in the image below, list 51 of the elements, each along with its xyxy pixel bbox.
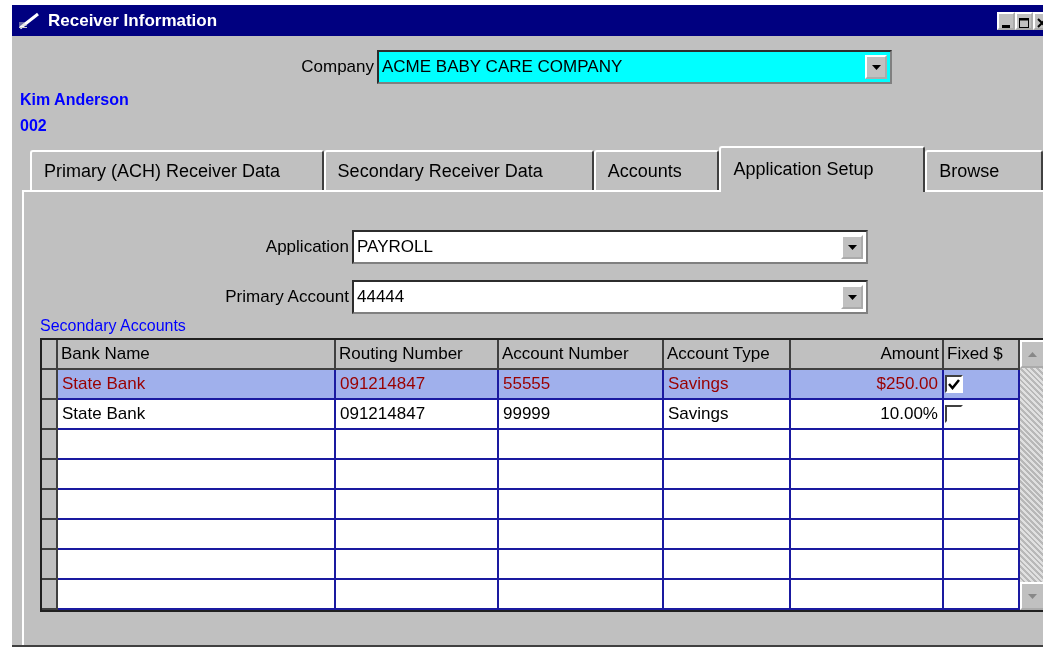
row-selector[interactable] [42,580,58,610]
primary-account-dropdown[interactable]: 44444 [352,280,868,314]
table-cell: 55555 [499,370,664,400]
checkbox[interactable] [945,375,963,393]
down-arrow-icon [1028,593,1037,599]
section-title: Secondary Accounts [39,316,187,336]
primary-account-label: Primary Account [224,286,350,309]
receiver-name: Kim Anderson [19,90,130,110]
tab[interactable]: Primary (ACH) Receiver Data [30,150,324,190]
pen-icon [18,11,40,30]
application-label: Application [264,236,350,259]
scroll-down-button[interactable] [1020,582,1043,610]
up-arrow-icon [1028,351,1037,357]
column-header[interactable]: Fixed $ [944,340,1020,370]
table-cell: $250.00 [791,370,944,400]
tab[interactable]: Browse [925,150,1043,190]
table-cell: State Bank [58,370,336,400]
row-selector[interactable] [42,550,58,580]
table-cell: 99999 [499,400,664,430]
column-header[interactable]: Account Number [499,340,664,370]
row-selector[interactable] [42,490,58,520]
row-selector[interactable] [42,400,58,430]
table-cell: Savings [664,370,791,400]
application-dropdown[interactable]: PAYROLL [352,230,868,264]
table-cell: 10.00% [791,400,944,430]
company-dropdown[interactable]: ACME BABY CARE COMPANY [377,50,892,84]
corner-header [42,340,58,370]
row-selector[interactable] [42,430,58,460]
maximize-button[interactable] [1015,11,1033,30]
row-selector[interactable] [42,520,58,550]
row-selector[interactable] [42,460,58,490]
column-header[interactable]: Amount [791,340,944,370]
table-cell: 091214847 [336,400,499,430]
table-cell: State Bank [58,400,336,430]
row-selector[interactable] [42,370,58,400]
tab[interactable]: Secondary Receiver Data [323,150,594,190]
tab[interactable]: Accounts [593,150,720,190]
receiver-number: 002 [19,116,48,136]
maximize-icon [1019,17,1029,28]
scroll-up-button[interactable] [1020,340,1043,368]
column-header[interactable]: Bank Name [58,340,336,370]
company-label: Company [300,56,375,79]
column-header[interactable]: Routing Number [336,340,499,370]
tab[interactable]: Application Setup [719,146,926,192]
minimize-button[interactable] [997,11,1015,30]
minimize-icon [1002,24,1010,28]
column-header[interactable]: Account Type [664,340,791,370]
table-cell: Savings [664,400,791,430]
window-title: Receiver Information [48,9,218,32]
scrollbar[interactable] [1020,340,1043,610]
table-cell: 091214847 [336,370,499,400]
